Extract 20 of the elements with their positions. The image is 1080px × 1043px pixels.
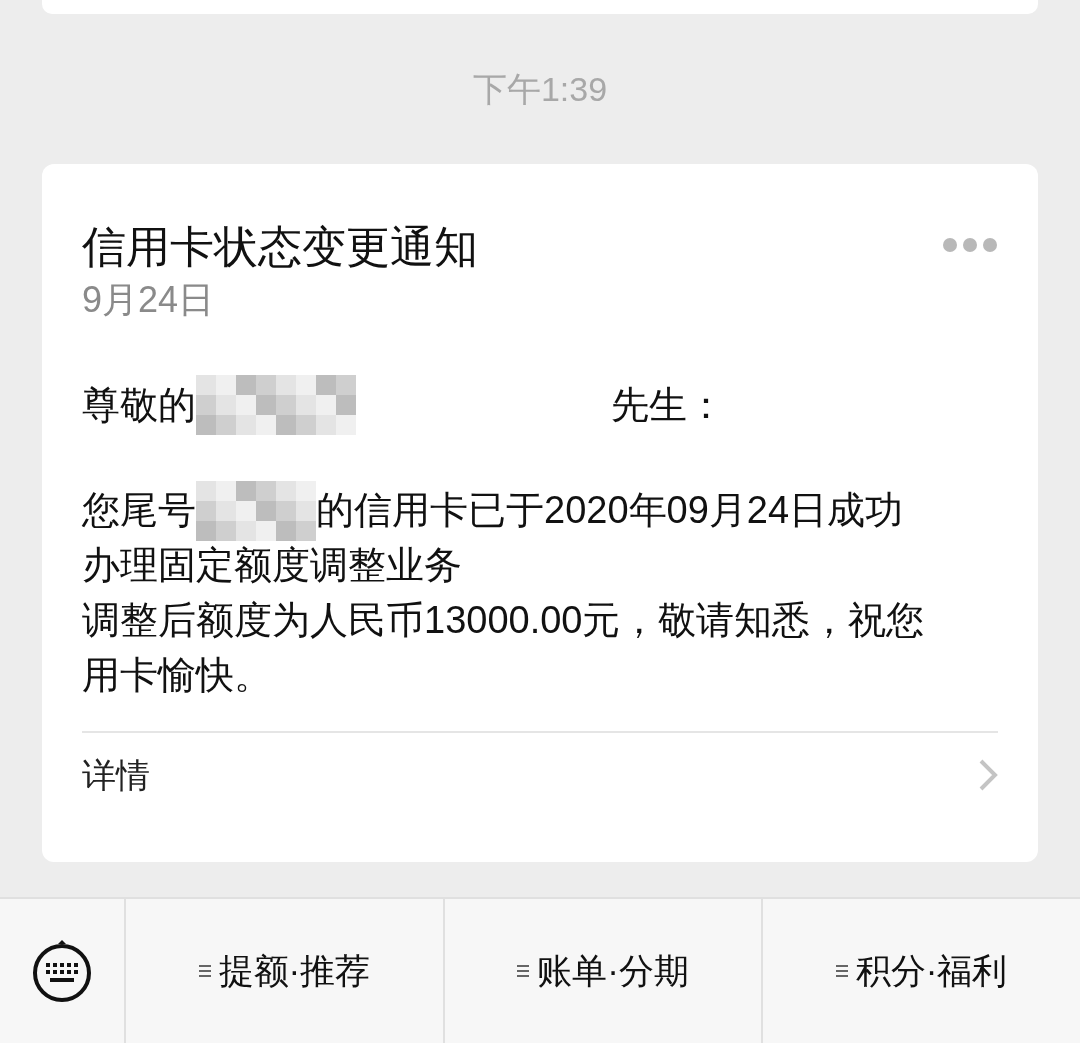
menu-item[interactable]: 提额·推荐 <box>126 899 445 1043</box>
chevron-right-icon <box>978 758 998 792</box>
body-text: 办理固定额度调整业务 <box>82 543 463 588</box>
greeting-text: 先生： <box>611 382 725 428</box>
pixelated-redaction-icon <box>196 375 356 435</box>
body-text: 的信用卡已于2020年09月24日成功 <box>316 488 904 533</box>
timestamp: 下午1:39 <box>472 68 608 110</box>
menu-icon <box>198 964 211 978</box>
pixelated-redaction-icon <box>196 480 316 541</box>
keyboard-icon <box>30 939 94 1003</box>
greeting-text: 尊敬的 <box>82 382 196 428</box>
menu-item[interactable]: 积分·福利 <box>763 899 1080 1043</box>
card-title: 信用卡状态变更通知 <box>82 221 478 273</box>
body-text: 您尾号 <box>82 488 196 533</box>
menu-icon <box>835 964 848 978</box>
card-date: 9月24日 <box>82 278 215 322</box>
body-text: 调整后额度为人民币13000.00元，敬请知悉，祝您用卡愉快。 <box>82 598 926 698</box>
details-link[interactable]: 详情 <box>82 733 998 817</box>
menu-item[interactable]: 账单·分期 <box>444 899 764 1043</box>
menu-icon <box>517 964 530 978</box>
